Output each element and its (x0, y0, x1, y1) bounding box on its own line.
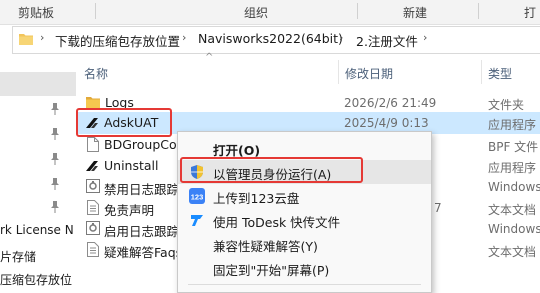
file-name: 禁用日志跟踪 (104, 182, 180, 197)
menu-divider (188, 284, 421, 285)
file-type: Windows (488, 180, 540, 194)
file-type: 文件夹 (488, 98, 525, 112)
text-file-icon (87, 242, 101, 257)
file-name: Uninstall (104, 158, 159, 173)
file-type: 应用程序 (488, 118, 537, 132)
file-name: 疑难解答Faqs (104, 245, 183, 260)
text-file-icon (87, 200, 101, 215)
nav-item-license[interactable]: rk License N (0, 223, 76, 237)
file-type: Windows (488, 222, 540, 236)
menu-item-compatibility[interactable]: 兼容性疑难解答(Y) (178, 232, 431, 256)
chevron-right-icon[interactable]: › (182, 31, 186, 44)
menu-item-upload-123[interactable]: 123 上传到123云盘 (178, 184, 431, 208)
breadcrumb-navisworks[interactable]: Navisworks2022(64bit) (198, 31, 343, 46)
menu-item-label: 使用 ToDesk 快传文件 (213, 215, 341, 230)
file-date: 2025/4/9 0:13 (344, 116, 429, 130)
context-menu: 打开(O) 以管理员身份运行(A) 123 上传到123云盘 使用 ToDesk… (177, 131, 432, 293)
cloud-123-icon: 123 (189, 188, 205, 204)
file-type: 文本文档 (488, 245, 537, 259)
nav-item-selected[interactable] (0, 72, 76, 96)
ribbon-group-clipboard: 剪贴板 (18, 6, 55, 20)
column-header-type[interactable]: 类型 (488, 65, 512, 82)
pin-icon[interactable] (50, 153, 60, 165)
breadcrumb-downloads[interactable]: 下载的压缩包存放位置 (55, 31, 180, 50)
generic-file-icon (87, 137, 101, 152)
menu-item-label: 上传到123云盘 (213, 191, 300, 206)
ribbon-divider (357, 3, 358, 19)
svg-text:123: 123 (191, 193, 204, 202)
pin-icon[interactable] (50, 128, 60, 140)
nav-item-archive[interactable]: 压缩包存放位 (0, 271, 76, 288)
column-divider[interactable] (481, 60, 482, 84)
highlight-box-file (76, 108, 172, 137)
ribbon (0, 0, 540, 25)
nav-item-storage[interactable]: 片存储 (0, 248, 76, 265)
menu-item-pin-start[interactable]: 固定到"开始"屏幕(P) (178, 256, 431, 280)
chevron-right-icon[interactable]: › (40, 31, 44, 44)
ribbon-group-new: 新建 (403, 6, 428, 20)
ribbon-group-organize: 组织 (244, 6, 269, 20)
menu-item-todesk[interactable]: 使用 ToDesk 快传文件 (178, 208, 431, 232)
batch-file-icon (86, 221, 100, 235)
breadcrumb-register-files[interactable]: 2.注册文件 (356, 31, 418, 50)
menu-item-label: 兼容性疑难解答(Y) (213, 239, 318, 254)
folder-icon (19, 33, 33, 45)
column-header-name[interactable]: 名称 (84, 65, 108, 82)
todesk-icon (189, 212, 205, 228)
chevron-right-icon[interactable]: › (339, 31, 343, 44)
column-header-date[interactable]: 修改日期 (345, 65, 393, 82)
menu-item-label: 固定到"开始"屏幕(P) (213, 263, 330, 278)
highlight-box-menu-item (180, 157, 363, 183)
file-date: 7 (434, 201, 442, 215)
pin-icon[interactable] (50, 103, 60, 115)
ribbon-group-open: 打 (524, 6, 537, 20)
file-name: 免责声明 (104, 203, 155, 218)
autodesk-app-icon (85, 160, 99, 174)
file-name: BDGroupCor (104, 137, 182, 152)
chevron-right-icon[interactable]: › (423, 31, 427, 44)
file-type: BPF 文件 (488, 140, 539, 154)
pin-icon[interactable] (50, 178, 60, 190)
ribbon-divider (478, 3, 479, 19)
sort-up-icon: ^ (205, 52, 214, 63)
pin-icon[interactable] (50, 201, 60, 213)
file-type: 应用程序 (488, 161, 537, 175)
file-name: 启用日志跟踪 (104, 224, 180, 239)
ribbon-divider (95, 3, 96, 19)
column-divider[interactable] (338, 60, 339, 84)
batch-file-icon (86, 179, 100, 193)
file-type: 文本文档 (488, 203, 537, 217)
file-date: 2026/2/6 21:49 (344, 96, 437, 110)
